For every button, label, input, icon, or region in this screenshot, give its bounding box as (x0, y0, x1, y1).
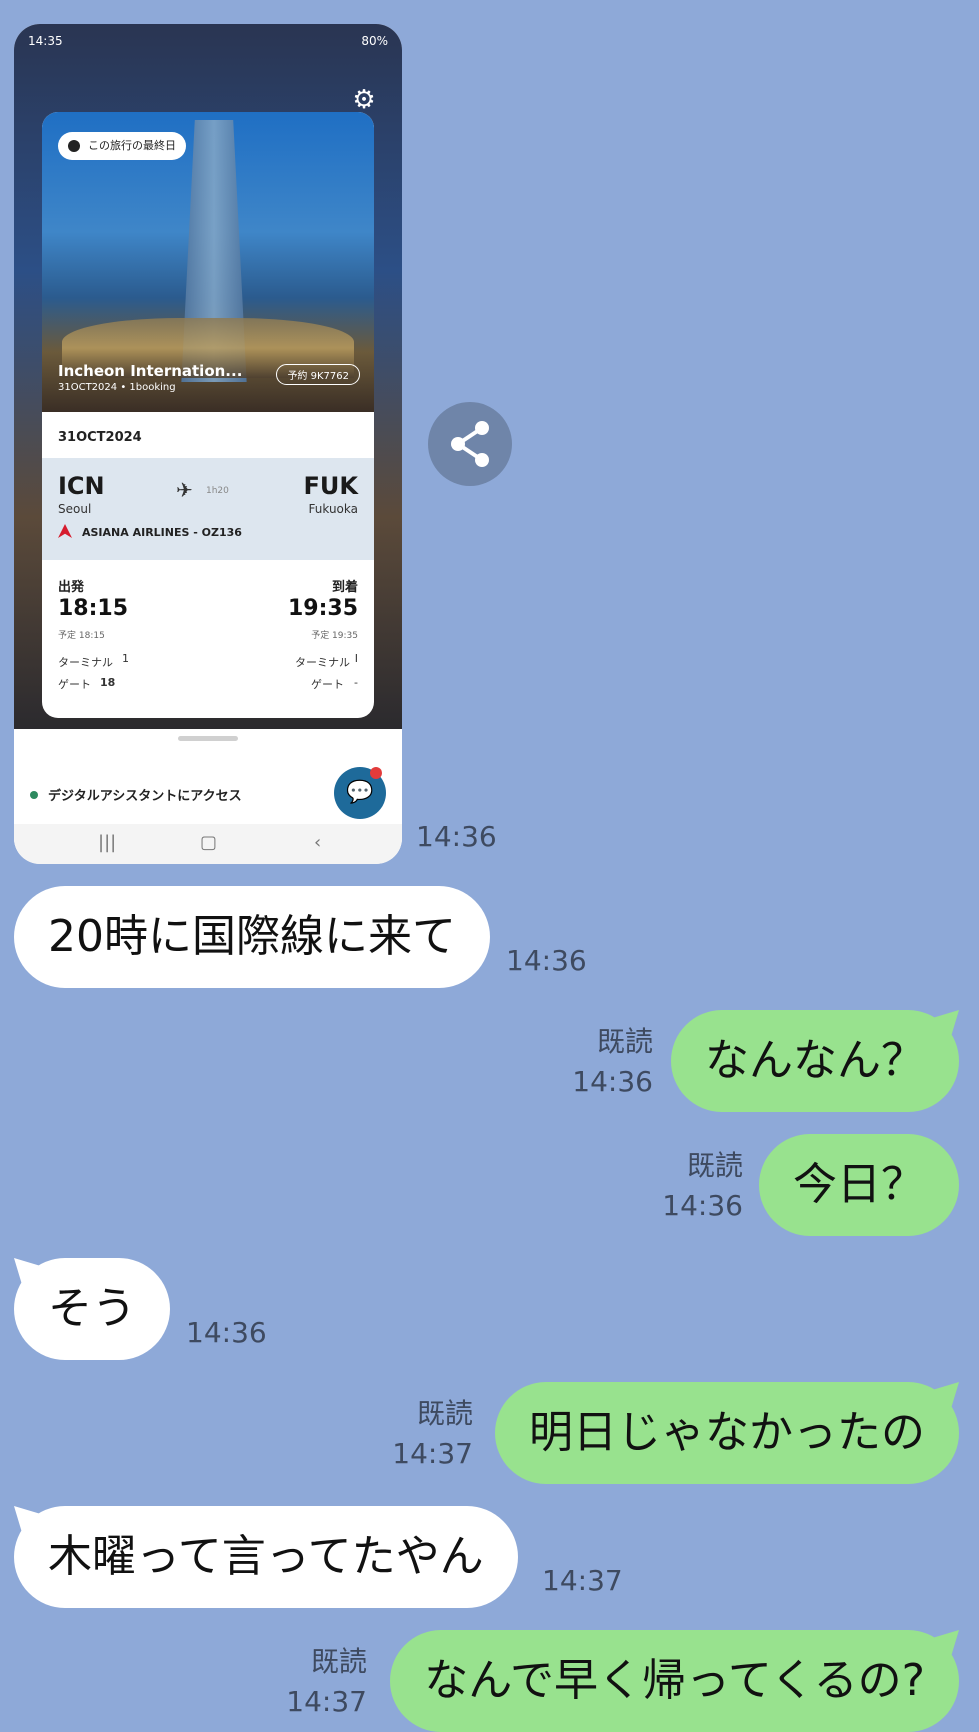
message-time: 14:36 (416, 820, 497, 853)
flight-duration: 1h20 (206, 486, 229, 496)
chat-view: 14:35 80% ⚙ この旅行の最終日 Incheon Internation… (0, 0, 979, 1732)
clock-icon (68, 140, 80, 152)
flight-date: 31OCT2024 (58, 430, 142, 445)
outgoing-message[interactable]: 今日？ (759, 1134, 959, 1236)
departure-label: 出発 (58, 580, 85, 595)
airline-logo-icon (58, 524, 72, 538)
battery-level: 80% (361, 34, 388, 48)
nav-home-icon: ▢ (200, 832, 218, 853)
arrival-gate-label: ゲート (311, 678, 344, 691)
booking-reference: 予約 9K7762 (276, 364, 360, 385)
trip-warning-pill: この旅行の最終日 (58, 132, 186, 160)
departure-gate-label: ゲート (58, 678, 91, 691)
share-button[interactable] (428, 402, 512, 486)
notification-badge (370, 767, 382, 779)
message-time: 14:36 (506, 944, 587, 977)
outgoing-message[interactable]: なんで早く帰ってくるの? (390, 1630, 959, 1732)
nav-back-icon: ‹ (314, 832, 322, 853)
arrival-terminal: I (354, 652, 358, 665)
message-time: 14:37 (392, 1437, 473, 1470)
android-nav-bar: ||| ▢ ‹ (14, 824, 402, 864)
arrival-terminal-label: ターミナル (295, 656, 350, 669)
airline-name: ASIANA AIRLINES - OZ136 (82, 526, 242, 539)
sheet-handle (178, 736, 238, 741)
read-receipt: 既読 (416, 1397, 473, 1430)
incoming-message[interactable]: そう (14, 1258, 170, 1360)
departure-gate: 18 (100, 676, 116, 689)
message-meta: 既読 14:37 (286, 1642, 367, 1722)
outgoing-message[interactable]: なんなん？ (671, 1010, 959, 1112)
plane-icon: ✈ (176, 478, 193, 502)
message-time: 14:36 (662, 1189, 743, 1222)
flight-route: ICN Seoul ✈ 1h20 FUK Fukuoka ASIANA AIRL… (42, 458, 374, 560)
outgoing-message[interactable]: 明日じゃなかったの (495, 1382, 959, 1484)
departure-terminal: 1 (122, 652, 129, 665)
assistant-link: デジタルアシスタントにアクセス (48, 789, 242, 804)
read-receipt: 既読 (686, 1149, 743, 1182)
message-meta: 既読 14:36 (572, 1022, 653, 1102)
incoming-message[interactable]: 木曜って言ってたやん (14, 1506, 518, 1608)
incoming-message[interactable]: 20時に国際線に来て (14, 886, 490, 988)
read-receipt: 既読 (596, 1025, 653, 1058)
nav-recent-icon: ||| (98, 832, 117, 853)
shared-image-message[interactable]: 14:35 80% ⚙ この旅行の最終日 Incheon Internation… (14, 24, 402, 864)
arrival-scheduled: 予定 19:35 (311, 631, 358, 641)
arrival-label: 到着 (331, 580, 358, 595)
status-bar: 14:35 80% (28, 34, 388, 54)
origin-code: ICN (58, 472, 105, 500)
arrival-time: 19:35 (287, 596, 358, 621)
departure-scheduled: 予定 18:15 (58, 631, 105, 641)
airport-subtitle: 31OCT2024 • 1booking (58, 382, 176, 393)
online-dot (30, 791, 38, 799)
destination-code: FUK (303, 472, 358, 500)
message-time: 14:36 (572, 1065, 653, 1098)
departure-terminal-label: ターミナル (58, 656, 113, 669)
departure-time: 18:15 (58, 596, 129, 621)
share-icon (451, 421, 489, 467)
status-time: 14:35 (28, 34, 63, 48)
trip-warning-text: この旅行の最終日 (88, 139, 176, 152)
message-meta: 既読 14:37 (392, 1394, 473, 1474)
origin-city: Seoul (58, 502, 92, 516)
message-time: 14:37 (286, 1685, 367, 1718)
message-meta: 既読 14:36 (662, 1146, 743, 1226)
gear-icon: ⚙ (352, 85, 376, 115)
arrival-gate: - (354, 676, 358, 689)
airport-title: Incheon Internation... (58, 362, 243, 380)
message-time: 14:37 (542, 1564, 623, 1597)
destination-city: Fukuoka (308, 502, 358, 516)
message-time: 14:36 (186, 1316, 267, 1349)
boarding-pass-card: この旅行の最終日 Incheon Internation... 31OCT202… (42, 112, 374, 718)
read-receipt: 既読 (310, 1645, 367, 1678)
